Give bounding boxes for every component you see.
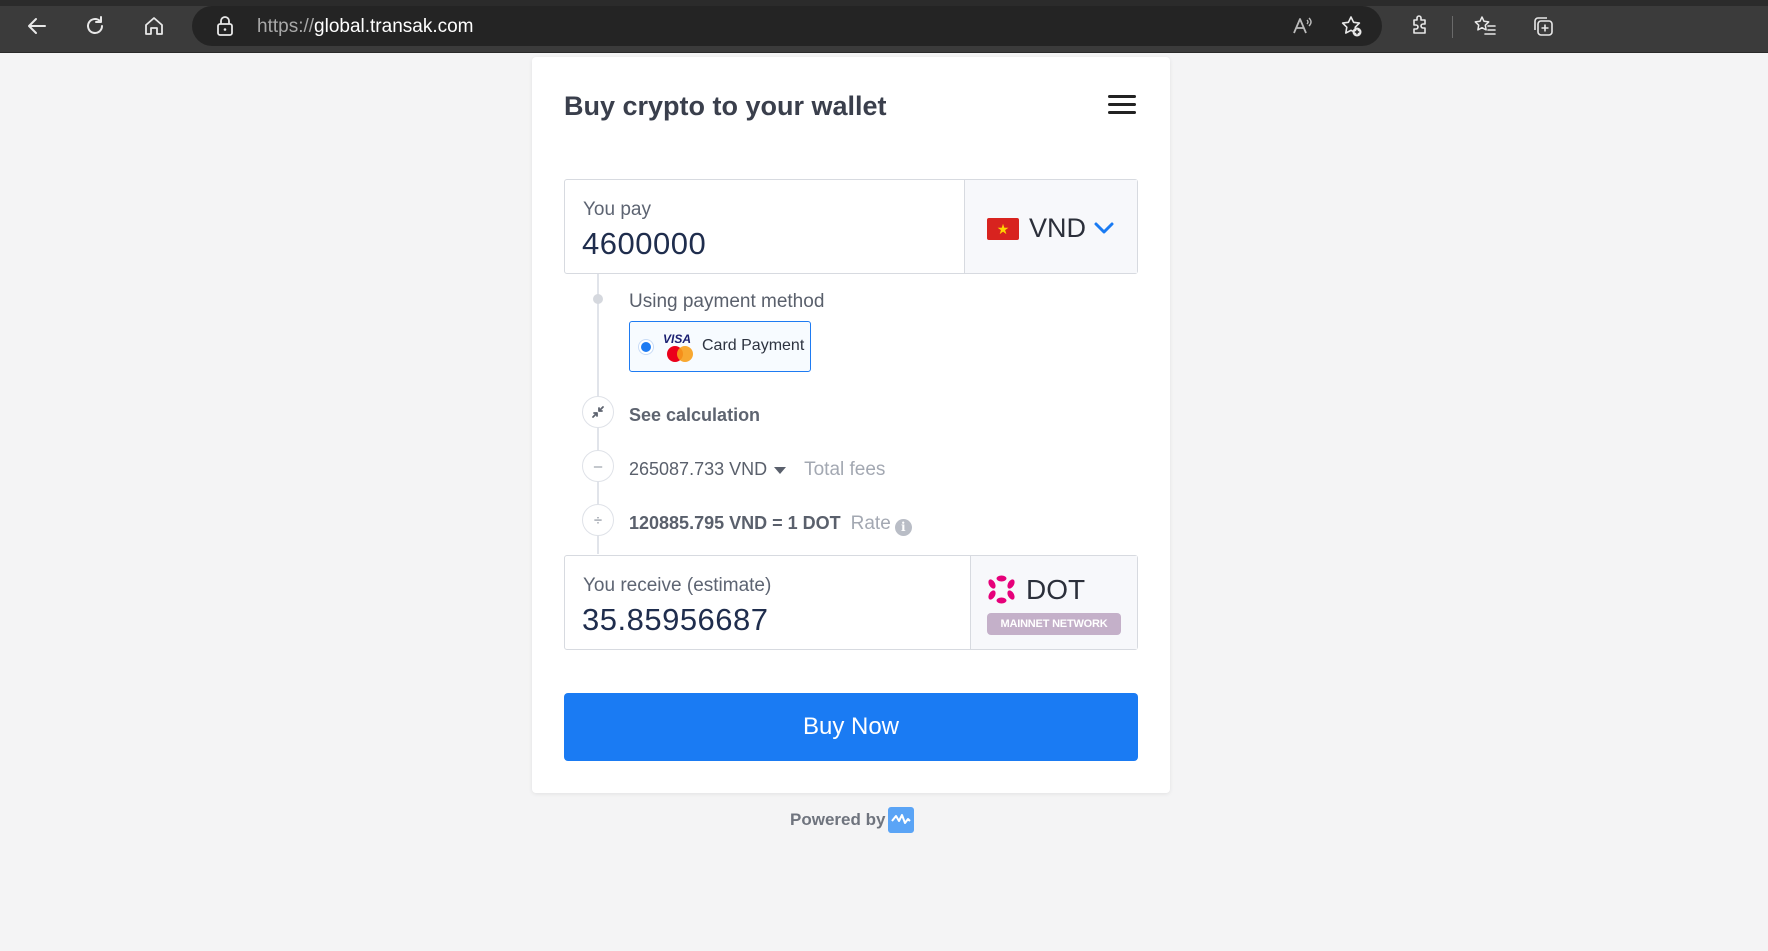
mastercard-logo-icon (667, 346, 693, 362)
collapse-calculation-icon[interactable] (582, 396, 614, 428)
visa-logo-icon: VISA (663, 332, 692, 346)
payment-method-label: Using payment method (629, 291, 825, 312)
fiat-currency-selector[interactable]: ★ VND (964, 180, 1137, 273)
transak-logo-icon[interactable] (888, 807, 915, 833)
widget-title: Buy crypto to your wallet (564, 91, 887, 121)
url-text[interactable]: https://global.transak.com (257, 16, 474, 38)
powered-by-label: Powered by (790, 810, 886, 829)
pay-label: You pay (583, 199, 651, 220)
timeline-dot (593, 294, 603, 304)
favorites-list-icon (1474, 16, 1496, 35)
read-aloud-icon (1293, 17, 1312, 34)
home-icon (145, 17, 163, 35)
address-bar[interactable]: https://global.transak.com (192, 6, 1382, 46)
refresh-icon (87, 16, 103, 34)
toolbar-divider (1452, 16, 1453, 38)
receive-field: You receive (estimate) 35.85956687 DOT M… (564, 555, 1138, 650)
card-payment-label: Card Payment (702, 337, 805, 354)
network-badge: MAINNET NETWORK (987, 613, 1121, 635)
read-aloud-button[interactable] (1284, 8, 1320, 44)
card-payment-option[interactable]: VISA Card Payment (629, 321, 811, 372)
collections-icon (1534, 17, 1553, 36)
card-logos: VISA (663, 332, 695, 362)
browser-toolbar: https://global.transak.com (0, 0, 1768, 53)
payment-radio-selected[interactable] (641, 342, 651, 352)
fiat-currency-code: VND (1029, 213, 1087, 243)
polkadot-logo-icon (988, 575, 1015, 604)
pay-amount-input[interactable]: 4600000 (582, 226, 706, 262)
rate-value: 120885.795 VND = 1 DOT (629, 513, 841, 533)
total-fees-label: Total fees (804, 459, 886, 480)
total-fees-value: 265087.733 VND (629, 459, 768, 479)
pay-field: You pay 4600000 ★ VND (564, 179, 1138, 274)
buy-now-button[interactable]: Buy Now (564, 693, 1138, 761)
crypto-currency-code: DOT (1026, 574, 1086, 605)
add-favorite-button[interactable] (1333, 8, 1369, 44)
collections-button[interactable] (1525, 8, 1561, 44)
rate-row: 120885.795 VND = 1 DOT Rate i (629, 513, 912, 536)
total-fees-row[interactable]: 265087.733 VND Total fees (629, 459, 885, 481)
vietnam-flag-icon: ★ (987, 218, 1019, 240)
rate-label: Rate (850, 513, 891, 534)
see-calculation-toggle[interactable]: See calculation (629, 405, 760, 426)
receive-amount[interactable]: 35.85956687 (582, 602, 769, 638)
info-icon[interactable]: i (894, 519, 912, 536)
divide-icon: ÷ (582, 504, 614, 536)
home-button[interactable] (136, 8, 172, 44)
url-host: global.transak.com (314, 16, 474, 37)
back-button[interactable] (19, 8, 55, 44)
star-add-icon (1341, 16, 1362, 37)
url-protocol: https:// (257, 16, 315, 37)
receive-label: You receive (estimate) (583, 575, 772, 596)
minus-icon: – (582, 450, 614, 482)
arrow-left-icon (28, 18, 46, 34)
powered-by-footer: Powered by (790, 807, 915, 833)
caret-down-icon (774, 466, 787, 474)
page-viewport: Buy crypto to your wallet You pay 460000… (0, 53, 1768, 951)
lock-icon[interactable] (214, 15, 236, 37)
buy-widget-card: Buy crypto to your wallet You pay 460000… (532, 57, 1170, 793)
favorites-button[interactable] (1467, 8, 1503, 44)
hamburger-menu-icon[interactable] (1108, 95, 1136, 117)
extensions-button[interactable] (1402, 8, 1438, 44)
puzzle-icon (1413, 15, 1426, 34)
refresh-button[interactable] (77, 8, 113, 44)
crypto-currency-selector[interactable]: DOT MAINNET NETWORK (970, 556, 1137, 649)
chevron-down-icon (1094, 222, 1114, 234)
